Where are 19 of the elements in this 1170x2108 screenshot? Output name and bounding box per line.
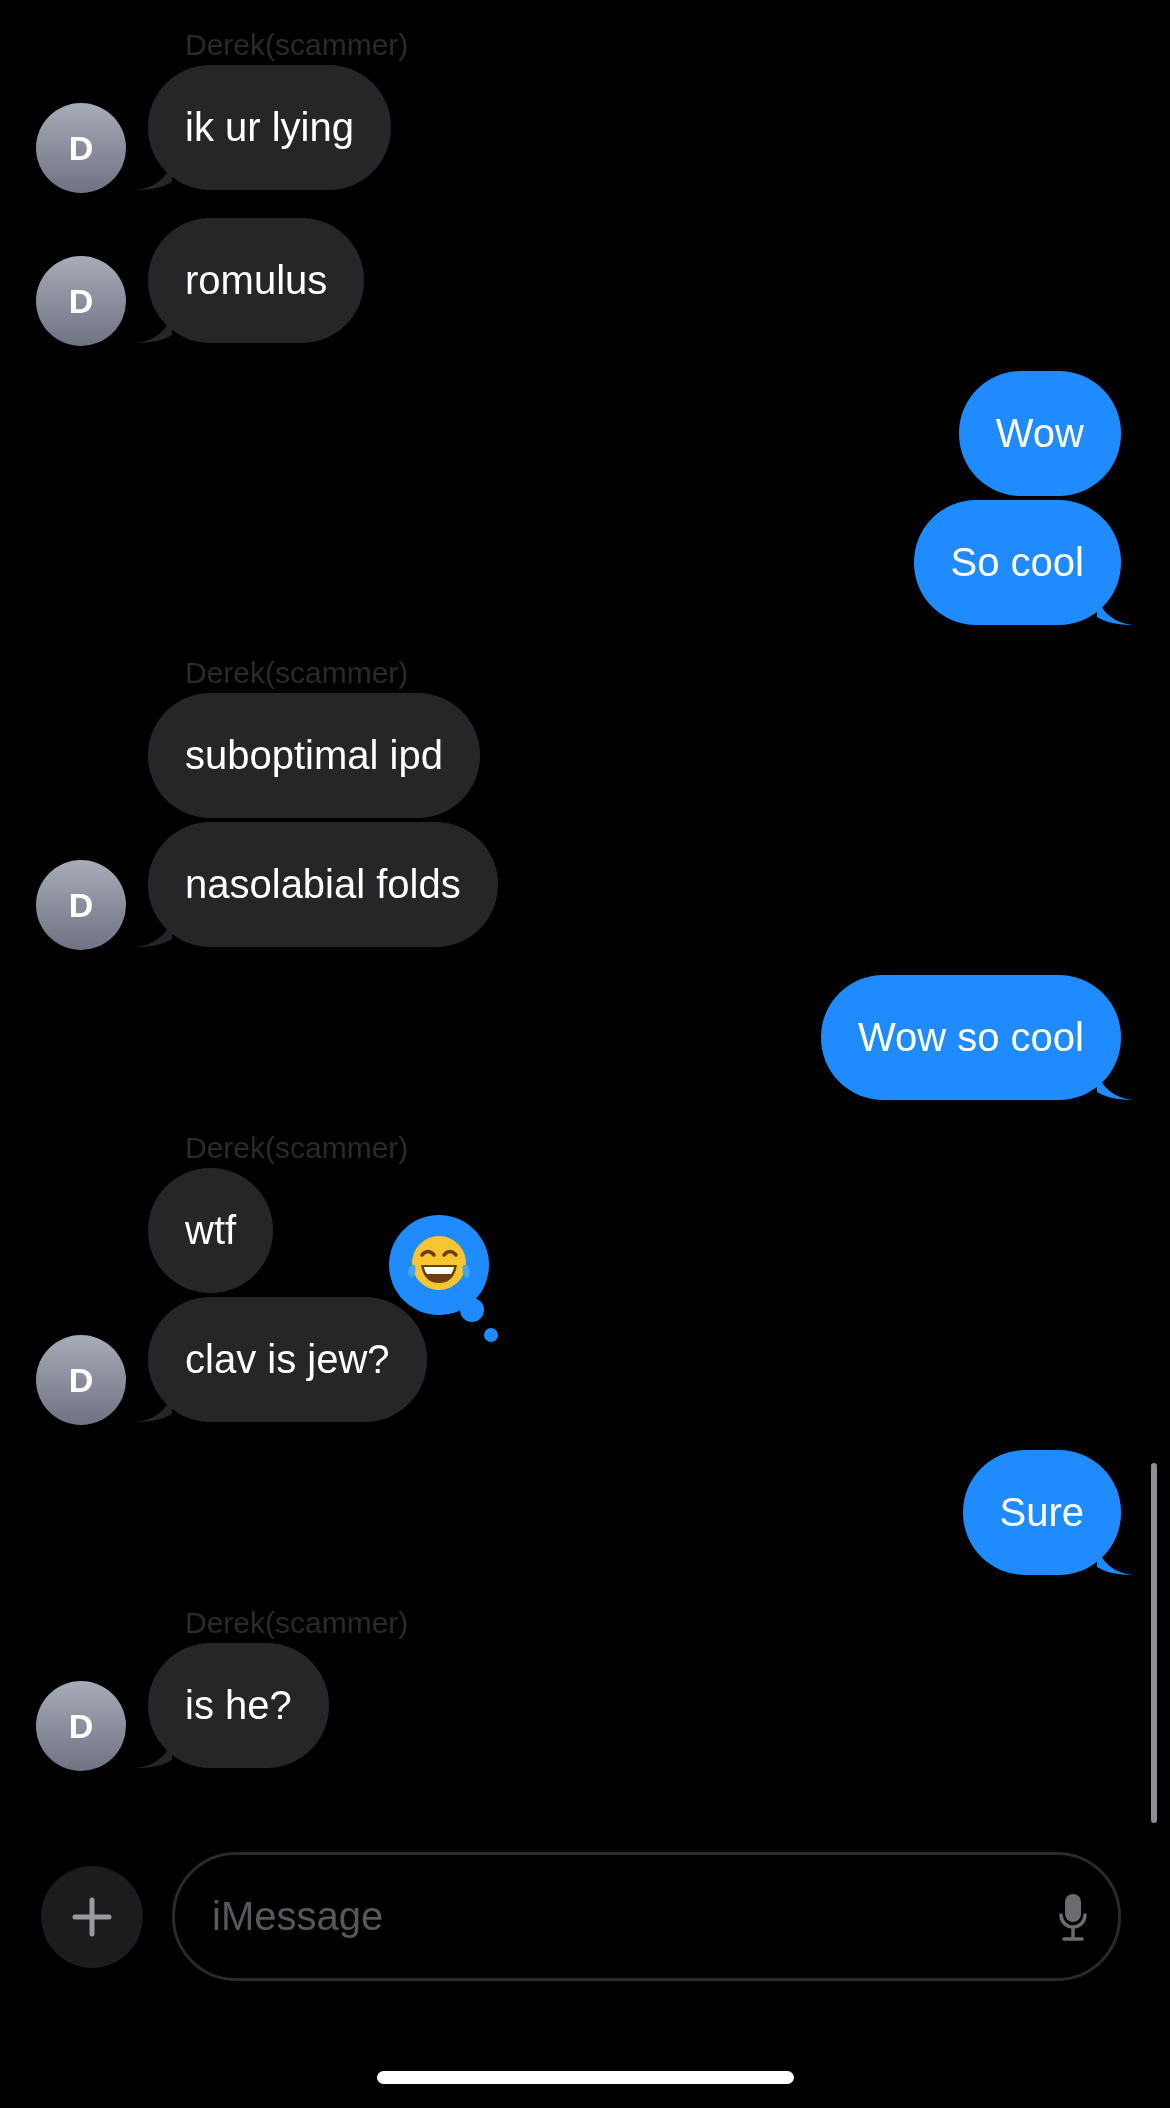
message-bubble[interactable]: Wow: [958, 371, 1121, 496]
message-bubble[interactable]: romulus: [148, 218, 365, 343]
message-bubble[interactable]: is he?: [148, 1643, 329, 1768]
message-bubble[interactable]: Wow so cool: [821, 975, 1121, 1100]
avatar[interactable]: D: [36, 256, 126, 346]
avatar[interactable]: D: [36, 1335, 126, 1425]
avatar[interactable]: D: [36, 1681, 126, 1771]
message-field[interactable]: iMessage: [172, 1852, 1121, 1981]
plus-icon: [72, 1896, 112, 1937]
message-bubble[interactable]: ik ur lying: [148, 65, 391, 190]
message-bubble[interactable]: clav is jew?: [148, 1297, 427, 1422]
message-bubble[interactable]: wtf: [148, 1168, 274, 1293]
avatar[interactable]: D: [36, 103, 126, 193]
message-bubble[interactable]: So cool: [913, 500, 1121, 625]
message-bubble[interactable]: suboptimal ipd: [148, 693, 480, 818]
message-bubble[interactable]: Sure: [962, 1450, 1121, 1575]
message-bubble[interactable]: nasolabial folds: [148, 822, 498, 947]
microphone-icon[interactable]: [1059, 1893, 1087, 1941]
avatar[interactable]: D: [36, 860, 126, 950]
